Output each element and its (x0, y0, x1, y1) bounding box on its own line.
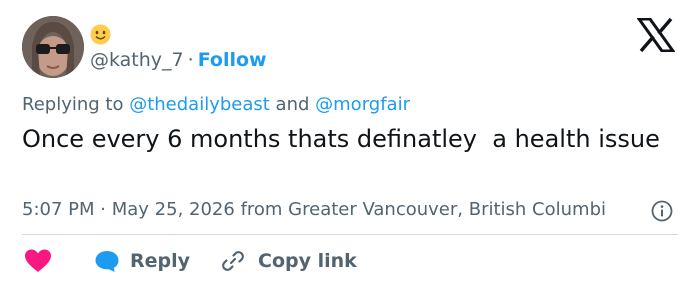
like-button[interactable] (22, 248, 52, 274)
mention-thedailybeast[interactable]: @thedailybeast (129, 94, 270, 115)
avatar[interactable] (22, 16, 84, 78)
author-handle[interactable]: @kathy_7 (90, 49, 184, 71)
replying-to: Replying to @thedailybeast and @morgfair (22, 94, 410, 116)
heart-icon (25, 249, 51, 272)
smiling-face-emoji-icon (90, 24, 111, 45)
link-icon (222, 251, 244, 271)
meta-separator: · (100, 199, 106, 220)
tweet-date[interactable]: May 25, 2026 (112, 199, 235, 220)
mention-morgfair[interactable]: @morgfair (315, 94, 410, 115)
tweet-meta: 5:07 PM · May 25, 2026 from Greater Vanc… (22, 198, 606, 222)
action-bar: Reply Copy link (22, 246, 357, 276)
tweet-time[interactable]: 5:07 PM (22, 199, 95, 220)
speech-bubble-icon (95, 251, 119, 272)
info-icon[interactable] (650, 199, 674, 223)
tweet-text: Once every 6 months thats definatley a h… (22, 125, 660, 153)
follow-button[interactable]: Follow (198, 49, 267, 71)
replying-prefix: Replying to (22, 94, 130, 115)
reply-button[interactable]: Reply (94, 249, 190, 273)
replying-conjunction: and (269, 94, 316, 115)
copy-link-button[interactable]: Copy link (220, 248, 357, 274)
divider (22, 234, 678, 235)
reply-label: Reply (130, 250, 191, 272)
x-logo-icon[interactable] (637, 18, 675, 52)
author-row: @kathy_7 · Follow (90, 48, 267, 72)
copy-link-label: Copy link (258, 250, 357, 272)
separator-dot: · (187, 49, 194, 71)
tweet-location: from Greater Vancouver, British Columbi (240, 199, 606, 220)
